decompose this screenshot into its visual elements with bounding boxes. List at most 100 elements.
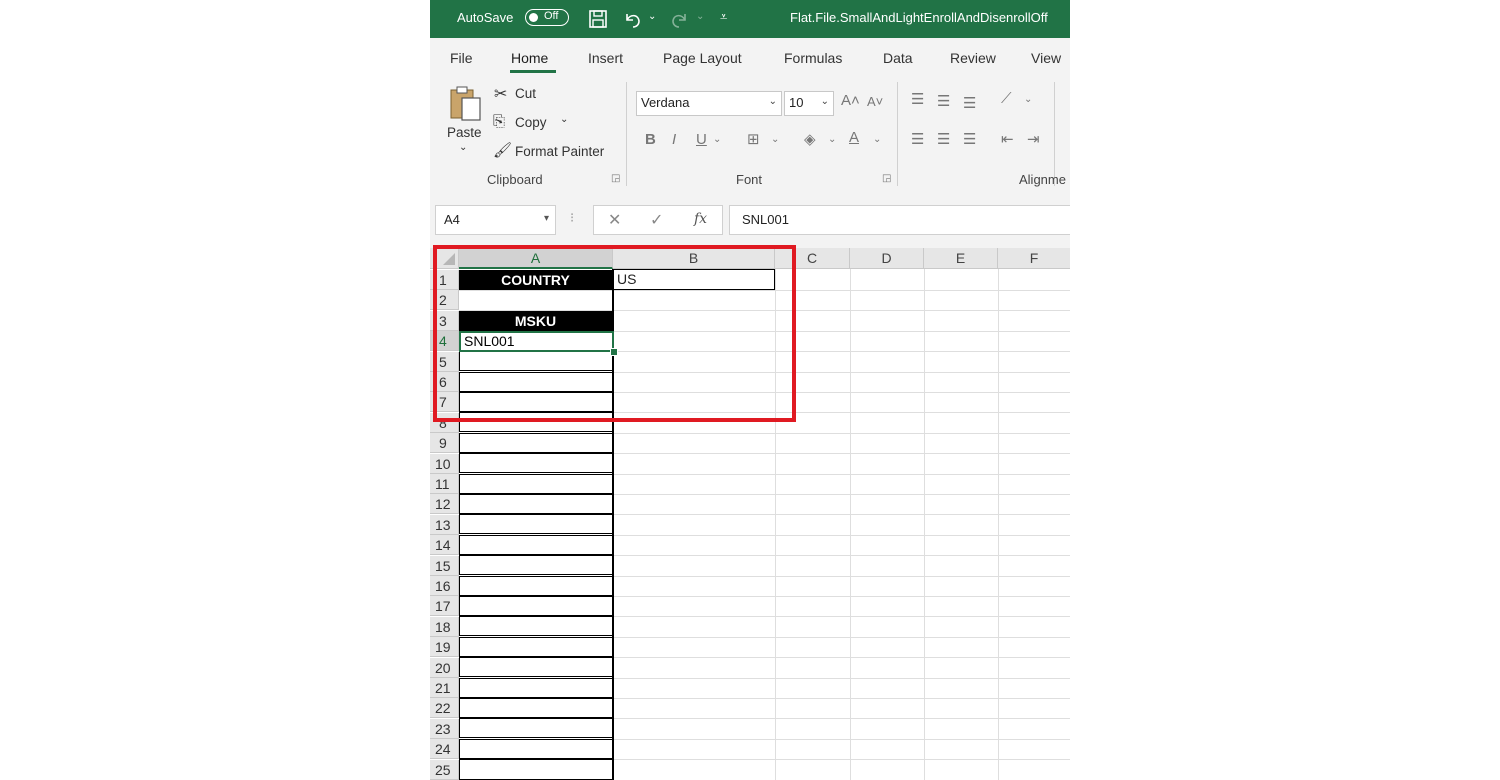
- font-size-value: 10: [789, 95, 804, 110]
- cell-a11[interactable]: [459, 474, 613, 494]
- row-header[interactable]: 18: [430, 617, 459, 637]
- column-header-e[interactable]: E: [924, 248, 998, 269]
- increase-indent-icon[interactable]: ⇥: [1027, 130, 1040, 148]
- insert-function-icon[interactable]: fx: [694, 211, 707, 227]
- tab-review[interactable]: Review: [950, 50, 996, 66]
- fill-color-dropdown-icon[interactable]: ⌄: [828, 134, 836, 145]
- cancel-icon[interactable]: ✕: [608, 210, 621, 230]
- row-header[interactable]: 15: [430, 556, 459, 576]
- font-name-select[interactable]: Verdana ⌄: [636, 91, 782, 116]
- format-painter-button[interactable]: Format Painter: [515, 144, 604, 159]
- divider: [897, 82, 898, 186]
- customize-toolbar-icon[interactable]: ⩡: [720, 9, 727, 25]
- underline-dropdown-icon[interactable]: ⌄: [713, 134, 721, 145]
- font-color-icon[interactable]: A: [849, 129, 859, 146]
- fill-color-icon[interactable]: ◈: [804, 130, 816, 148]
- row-header[interactable]: 22: [430, 698, 459, 718]
- row-header[interactable]: 12: [430, 494, 459, 514]
- tab-view[interactable]: View: [1031, 50, 1061, 66]
- cell-a15[interactable]: [459, 555, 613, 575]
- cut-button[interactable]: Cut: [515, 86, 536, 101]
- row-header[interactable]: 20: [430, 658, 459, 678]
- borders-icon[interactable]: ⊞: [747, 130, 760, 148]
- cell-a12[interactable]: [459, 494, 613, 514]
- row-header[interactable]: 10: [430, 454, 459, 474]
- align-right-icon[interactable]: ☰: [963, 130, 976, 148]
- tab-insert[interactable]: Insert: [588, 50, 623, 66]
- decrease-font-size-icon[interactable]: A˅: [867, 94, 883, 109]
- row-header[interactable]: 21: [430, 678, 459, 698]
- italic-icon[interactable]: I: [672, 131, 676, 148]
- divider: [1054, 82, 1055, 186]
- decrease-indent-icon[interactable]: ⇤: [1001, 130, 1014, 148]
- font-launcher-icon[interactable]: ◲: [882, 173, 891, 184]
- cell-a21[interactable]: [459, 678, 613, 698]
- row-header[interactable]: 16: [430, 576, 459, 596]
- save-icon[interactable]: [587, 8, 609, 30]
- cell-a13[interactable]: [459, 514, 613, 534]
- cell-a22[interactable]: [459, 698, 613, 718]
- clipboard-launcher-icon[interactable]: ◲: [611, 173, 620, 184]
- cell-a18[interactable]: [459, 616, 613, 636]
- tab-file[interactable]: File: [450, 50, 473, 66]
- undo-dropdown-icon[interactable]: ⌄: [648, 11, 656, 22]
- paste-dropdown-icon[interactable]: ⌄: [459, 142, 467, 153]
- bottom-align-icon[interactable]: ☰: [963, 94, 976, 112]
- font-color-dropdown-icon[interactable]: ⌄: [873, 134, 881, 145]
- bold-icon[interactable]: B: [645, 131, 656, 148]
- paste-icon[interactable]: [448, 84, 484, 124]
- formula-input[interactable]: SNL001: [729, 205, 1070, 235]
- tab-home[interactable]: Home: [511, 50, 548, 66]
- copy-button[interactable]: Copy: [515, 115, 547, 130]
- cell-a20[interactable]: [459, 657, 613, 677]
- row-header[interactable]: 14: [430, 535, 459, 555]
- tab-page-layout[interactable]: Page Layout: [663, 50, 742, 66]
- cell-a16[interactable]: [459, 576, 613, 596]
- font-size-select[interactable]: 10 ⌄: [784, 91, 834, 116]
- column-header-f[interactable]: F: [998, 248, 1070, 269]
- redo-icon[interactable]: [669, 8, 691, 30]
- name-box[interactable]: A4 ▾: [435, 205, 556, 235]
- row-header[interactable]: 11: [430, 474, 459, 494]
- orientation-icon[interactable]: ⟋: [1001, 90, 1012, 107]
- row-header[interactable]: 17: [430, 596, 459, 616]
- top-align-icon[interactable]: ☰: [911, 90, 924, 108]
- autosave-toggle[interactable]: Off: [525, 9, 569, 26]
- orientation-dropdown-icon[interactable]: ⌄: [1024, 94, 1032, 105]
- name-box-value: A4: [444, 212, 460, 227]
- align-left-icon[interactable]: ☰: [911, 130, 924, 148]
- cell-a24[interactable]: [459, 739, 613, 759]
- cell-a19[interactable]: [459, 637, 613, 657]
- cut-icon: ✂: [494, 86, 508, 103]
- tab-formulas[interactable]: Formulas: [784, 50, 842, 66]
- middle-align-icon[interactable]: ☰: [937, 92, 950, 110]
- borders-dropdown-icon[interactable]: ⌄: [771, 134, 779, 145]
- cell-a14[interactable]: [459, 535, 613, 555]
- copy-dropdown-icon[interactable]: ⌄: [560, 114, 568, 125]
- tab-data[interactable]: Data: [883, 50, 913, 66]
- enter-icon[interactable]: ✓: [650, 210, 663, 230]
- font-group-label: Font: [736, 172, 763, 187]
- row-header[interactable]: 19: [430, 637, 459, 657]
- cell-a23[interactable]: [459, 718, 613, 738]
- paste-button[interactable]: Paste: [447, 125, 482, 140]
- underline-icon[interactable]: U: [696, 131, 707, 148]
- row-header[interactable]: 9: [430, 433, 459, 453]
- chevron-down-icon: ⌄: [768, 96, 777, 107]
- cell-a10[interactable]: [459, 453, 613, 473]
- row-header[interactable]: 23: [430, 719, 459, 739]
- row-header[interactable]: 24: [430, 739, 459, 759]
- increase-font-size-icon[interactable]: A˄: [841, 92, 860, 109]
- more-options-icon[interactable]: ⁝: [570, 210, 574, 226]
- column-header-d[interactable]: D: [850, 248, 924, 269]
- cell-a17[interactable]: [459, 596, 613, 616]
- undo-icon[interactable]: [621, 8, 643, 30]
- redo-dropdown-icon[interactable]: ⌄: [696, 11, 704, 22]
- cell-a25[interactable]: [459, 759, 613, 780]
- align-center-icon[interactable]: ☰: [937, 130, 950, 148]
- autosave-state: Off: [544, 10, 559, 22]
- cell-a9[interactable]: [459, 433, 613, 453]
- row-header[interactable]: 25: [430, 760, 459, 780]
- format-painter-icon: 🖌: [493, 142, 513, 159]
- row-header[interactable]: 13: [430, 515, 459, 535]
